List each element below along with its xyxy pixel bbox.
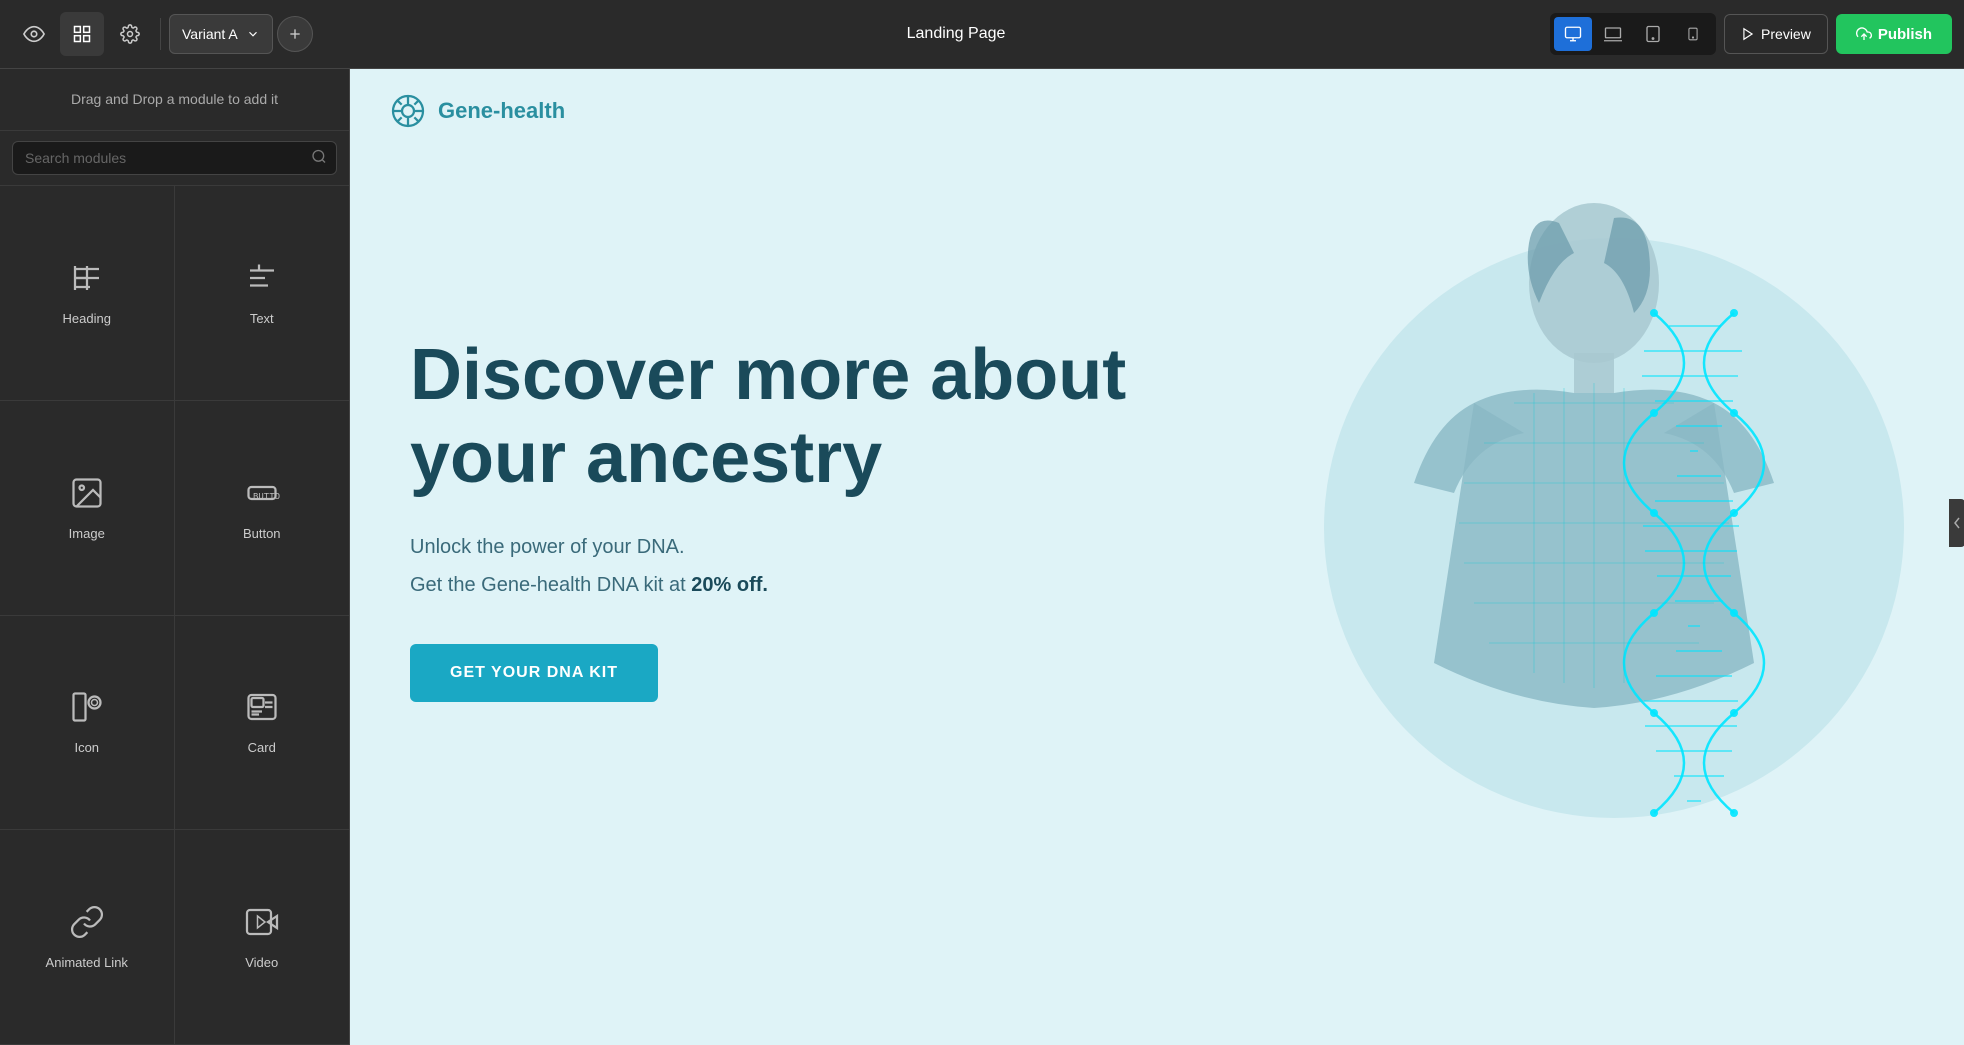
page-title: Landing Page bbox=[370, 25, 1542, 43]
hero-subtitle-2: Get the Gene-health DNA kit at 20% off. bbox=[410, 570, 1232, 600]
module-label-video: Video bbox=[245, 955, 278, 970]
chevron-down-icon bbox=[246, 27, 260, 41]
module-label-heading: Heading bbox=[63, 311, 111, 326]
button-icon: BUTTON bbox=[244, 475, 280, 516]
divider bbox=[160, 18, 161, 50]
hero-subtitle-1: Unlock the power of your DNA. bbox=[410, 532, 1232, 562]
hero-discount: 20% off. bbox=[691, 574, 768, 596]
video-icon bbox=[244, 904, 280, 945]
cta-label: GET YOUR DNA KIT bbox=[450, 664, 618, 682]
sidebar-collapse-button[interactable] bbox=[1949, 499, 1964, 547]
top-toolbar: Variant A Landing Page bbox=[0, 0, 1964, 69]
search-input[interactable] bbox=[12, 141, 337, 175]
module-label-card: Card bbox=[248, 740, 276, 755]
hero-illustration bbox=[1274, 163, 1914, 903]
laptop-view-button[interactable] bbox=[1594, 17, 1632, 51]
heading-icon bbox=[69, 260, 105, 301]
tablet-icon bbox=[1644, 25, 1662, 43]
logo-text: Gene-health bbox=[438, 98, 565, 124]
add-variant-button[interactable] bbox=[277, 16, 313, 52]
card-icon bbox=[244, 689, 280, 730]
gear-icon bbox=[120, 24, 140, 44]
toolbar-left: Variant A bbox=[12, 12, 362, 56]
hero-title: Discover more about your ancestry bbox=[410, 334, 1232, 500]
module-item-animated-link[interactable]: Animated Link bbox=[0, 830, 175, 1045]
mobile-view-button[interactable] bbox=[1674, 17, 1712, 51]
image-icon bbox=[69, 475, 105, 516]
module-item-text[interactable]: Text bbox=[175, 186, 350, 401]
desktop-icon bbox=[1564, 25, 1582, 43]
icon-module-icon bbox=[69, 689, 105, 730]
main-layout: Drag and Drop a module to add it Headin bbox=[0, 69, 1964, 1045]
module-item-card[interactable]: Card bbox=[175, 616, 350, 831]
sidebar: Drag and Drop a module to add it Headin bbox=[0, 69, 350, 1045]
desktop-view-button[interactable] bbox=[1554, 17, 1592, 51]
module-item-button[interactable]: BUTTON Button bbox=[175, 401, 350, 616]
plus-icon bbox=[287, 26, 303, 42]
play-icon bbox=[1741, 27, 1755, 41]
laptop-icon bbox=[1604, 25, 1622, 43]
landing-page: Gene-health Discover more about your anc… bbox=[350, 69, 1964, 1045]
module-label-button: Button bbox=[243, 526, 281, 541]
lp-hero-section: Discover more about your ancestry Unlock… bbox=[350, 153, 1964, 903]
canvas-area: Gene-health Discover more about your anc… bbox=[350, 69, 1964, 1045]
search-container bbox=[0, 131, 349, 186]
eye-toggle-button[interactable] bbox=[12, 12, 56, 56]
search-icon bbox=[311, 149, 327, 168]
animated-link-icon bbox=[69, 904, 105, 945]
lp-header: Gene-health bbox=[350, 69, 1964, 153]
tablet-view-button[interactable] bbox=[1634, 17, 1672, 51]
module-item-video[interactable]: Video bbox=[175, 830, 350, 1045]
text-icon bbox=[244, 260, 280, 301]
variant-selector[interactable]: Variant A bbox=[169, 14, 273, 54]
cta-button[interactable]: GET YOUR DNA KIT bbox=[410, 644, 658, 702]
lp-hero-content: Discover more about your ancestry Unlock… bbox=[410, 334, 1232, 702]
module-label-icon: Icon bbox=[74, 740, 99, 755]
preview-button[interactable]: Preview bbox=[1724, 14, 1828, 54]
preview-label: Preview bbox=[1761, 26, 1811, 42]
toolbar-right: Preview Publish bbox=[1550, 13, 1952, 55]
hero-svg bbox=[1274, 163, 1914, 903]
publish-button[interactable]: Publish bbox=[1836, 14, 1952, 54]
device-switcher bbox=[1550, 13, 1716, 55]
publish-label: Publish bbox=[1878, 26, 1932, 43]
module-item-icon[interactable]: Icon bbox=[0, 616, 175, 831]
module-item-image[interactable]: Image bbox=[0, 401, 175, 616]
chevron-left-icon bbox=[1953, 517, 1961, 529]
variant-label: Variant A bbox=[182, 26, 238, 42]
eye-icon bbox=[23, 23, 45, 45]
mobile-icon bbox=[1686, 25, 1700, 43]
drag-hint: Drag and Drop a module to add it bbox=[0, 69, 349, 131]
upload-icon bbox=[1856, 26, 1872, 42]
grid-icon bbox=[72, 24, 92, 44]
svg-text:BUTTON: BUTTON bbox=[253, 492, 280, 502]
settings-button[interactable] bbox=[108, 12, 152, 56]
grid-button[interactable] bbox=[60, 12, 104, 56]
module-label-animated-link: Animated Link bbox=[46, 955, 128, 970]
module-item-heading[interactable]: Heading bbox=[0, 186, 175, 401]
logo-icon bbox=[390, 93, 426, 129]
module-label-text: Text bbox=[250, 311, 274, 326]
modules-grid: Heading Text bbox=[0, 186, 349, 1045]
module-label-image: Image bbox=[69, 526, 105, 541]
